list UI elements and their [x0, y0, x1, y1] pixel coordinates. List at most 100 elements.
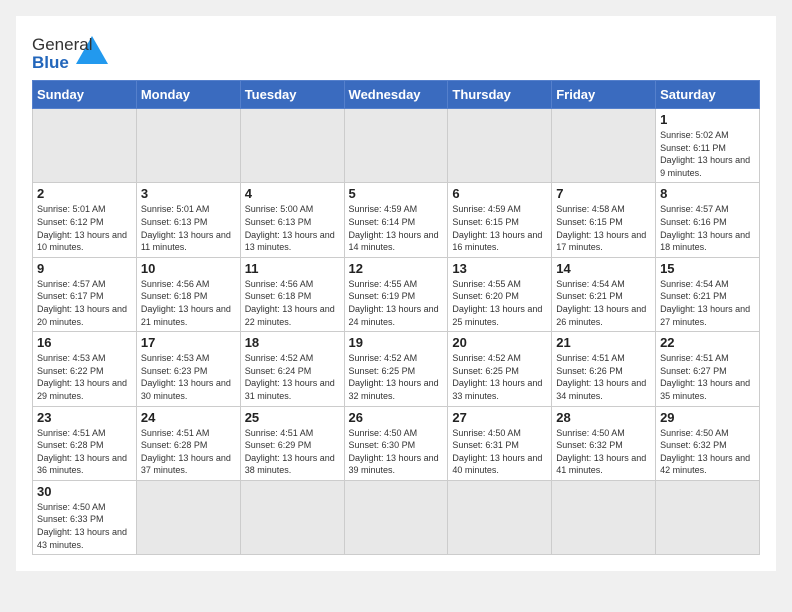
day-info: Sunrise: 4:50 AM Sunset: 6:32 PM Dayligh…: [556, 427, 651, 477]
day-cell: [33, 109, 137, 183]
day-number: 5: [349, 186, 444, 201]
day-cell: 5 Sunrise: 4:59 AM Sunset: 6:14 PM Daylig…: [344, 183, 448, 257]
day-info: Sunrise: 4:59 AM Sunset: 6:15 PM Dayligh…: [452, 203, 547, 253]
day-info: Sunrise: 5:01 AM Sunset: 6:12 PM Dayligh…: [37, 203, 132, 253]
day-info: Sunrise: 4:55 AM Sunset: 6:20 PM Dayligh…: [452, 278, 547, 328]
col-header-sunday: Sunday: [33, 81, 137, 109]
day-number: 6: [452, 186, 547, 201]
day-info: Sunrise: 4:53 AM Sunset: 6:23 PM Dayligh…: [141, 352, 236, 402]
day-cell: [344, 109, 448, 183]
day-number: 18: [245, 335, 340, 350]
day-number: 11: [245, 261, 340, 276]
day-info: Sunrise: 4:57 AM Sunset: 6:17 PM Dayligh…: [37, 278, 132, 328]
day-number: 19: [349, 335, 444, 350]
day-number: 13: [452, 261, 547, 276]
day-info: Sunrise: 4:54 AM Sunset: 6:21 PM Dayligh…: [660, 278, 755, 328]
day-cell: 15 Sunrise: 4:54 AM Sunset: 6:21 PM Dayli…: [656, 257, 760, 331]
header: GeneralBlue: [32, 32, 760, 76]
week-row-3: 16 Sunrise: 4:53 AM Sunset: 6:22 PM Dayli…: [33, 332, 760, 406]
day-cell: [136, 109, 240, 183]
day-info: Sunrise: 4:53 AM Sunset: 6:22 PM Dayligh…: [37, 352, 132, 402]
svg-text:General: General: [32, 35, 92, 54]
day-info: Sunrise: 4:58 AM Sunset: 6:15 PM Dayligh…: [556, 203, 651, 253]
calendar-table: SundayMondayTuesdayWednesdayThursdayFrid…: [32, 80, 760, 555]
day-number: 28: [556, 410, 651, 425]
day-info: Sunrise: 4:50 AM Sunset: 6:33 PM Dayligh…: [37, 501, 132, 551]
day-info: Sunrise: 4:51 AM Sunset: 6:28 PM Dayligh…: [37, 427, 132, 477]
header-row: SundayMondayTuesdayWednesdayThursdayFrid…: [33, 81, 760, 109]
day-info: Sunrise: 4:50 AM Sunset: 6:31 PM Dayligh…: [452, 427, 547, 477]
day-cell: [552, 109, 656, 183]
day-info: Sunrise: 4:59 AM Sunset: 6:14 PM Dayligh…: [349, 203, 444, 253]
day-cell: 25 Sunrise: 4:51 AM Sunset: 6:29 PM Dayli…: [240, 406, 344, 480]
day-number: 3: [141, 186, 236, 201]
day-number: 14: [556, 261, 651, 276]
day-info: Sunrise: 4:57 AM Sunset: 6:16 PM Dayligh…: [660, 203, 755, 253]
day-number: 7: [556, 186, 651, 201]
day-number: 17: [141, 335, 236, 350]
day-number: 8: [660, 186, 755, 201]
day-info: Sunrise: 4:51 AM Sunset: 6:27 PM Dayligh…: [660, 352, 755, 402]
day-number: 22: [660, 335, 755, 350]
svg-text:Blue: Blue: [32, 53, 69, 72]
week-row-2: 9 Sunrise: 4:57 AM Sunset: 6:17 PM Daylig…: [33, 257, 760, 331]
day-number: 4: [245, 186, 340, 201]
day-info: Sunrise: 4:50 AM Sunset: 6:30 PM Dayligh…: [349, 427, 444, 477]
col-header-wednesday: Wednesday: [344, 81, 448, 109]
day-cell: 16 Sunrise: 4:53 AM Sunset: 6:22 PM Dayli…: [33, 332, 137, 406]
day-cell: 7 Sunrise: 4:58 AM Sunset: 6:15 PM Daylig…: [552, 183, 656, 257]
day-number: 9: [37, 261, 132, 276]
day-cell: [240, 109, 344, 183]
col-header-monday: Monday: [136, 81, 240, 109]
day-number: 26: [349, 410, 444, 425]
day-cell: 1 Sunrise: 5:02 AM Sunset: 6:11 PM Daylig…: [656, 109, 760, 183]
day-cell: 24Sunrise: 4:51 AM Sunset: 6:28 PM Dayli…: [136, 406, 240, 480]
col-header-friday: Friday: [552, 81, 656, 109]
week-row-5: 30 Sunrise: 4:50 AM Sunset: 6:33 PM Dayli…: [33, 480, 760, 554]
day-cell: 22 Sunrise: 4:51 AM Sunset: 6:27 PM Dayli…: [656, 332, 760, 406]
day-cell: 17 Sunrise: 4:53 AM Sunset: 6:23 PM Dayli…: [136, 332, 240, 406]
day-cell: 2 Sunrise: 5:01 AM Sunset: 6:12 PM Daylig…: [33, 183, 137, 257]
day-cell: 29Sunrise: 4:50 AM Sunset: 6:32 PM Dayli…: [656, 406, 760, 480]
day-number: 16: [37, 335, 132, 350]
day-number: 2: [37, 186, 132, 201]
day-number: 27: [452, 410, 547, 425]
page: GeneralBlue SundayMondayTuesdayWednesday…: [16, 16, 776, 571]
day-cell: 10Sunrise: 4:56 AM Sunset: 6:18 PM Dayli…: [136, 257, 240, 331]
col-header-tuesday: Tuesday: [240, 81, 344, 109]
day-info: Sunrise: 4:56 AM Sunset: 6:18 PM Dayligh…: [245, 278, 340, 328]
day-number: 20: [452, 335, 547, 350]
day-cell: [344, 480, 448, 554]
col-header-thursday: Thursday: [448, 81, 552, 109]
day-number: 10: [141, 261, 236, 276]
day-cell: 8 Sunrise: 4:57 AM Sunset: 6:16 PM Daylig…: [656, 183, 760, 257]
day-cell: 27 Sunrise: 4:50 AM Sunset: 6:31 PM Dayli…: [448, 406, 552, 480]
day-cell: 4 Sunrise: 5:00 AM Sunset: 6:13 PM Daylig…: [240, 183, 344, 257]
day-cell: 30 Sunrise: 4:50 AM Sunset: 6:33 PM Dayli…: [33, 480, 137, 554]
day-cell: 13 Sunrise: 4:55 AM Sunset: 6:20 PM Dayli…: [448, 257, 552, 331]
day-cell: 12Sunrise: 4:55 AM Sunset: 6:19 PM Dayli…: [344, 257, 448, 331]
day-cell: 14Sunrise: 4:54 AM Sunset: 6:21 PM Dayli…: [552, 257, 656, 331]
day-info: Sunrise: 4:52 AM Sunset: 6:25 PM Dayligh…: [452, 352, 547, 402]
day-number: 21: [556, 335, 651, 350]
day-number: 15: [660, 261, 755, 276]
day-cell: [240, 480, 344, 554]
day-number: 30: [37, 484, 132, 499]
day-cell: [136, 480, 240, 554]
col-header-saturday: Saturday: [656, 81, 760, 109]
day-number: 25: [245, 410, 340, 425]
day-info: Sunrise: 5:02 AM Sunset: 6:11 PM Dayligh…: [660, 129, 755, 179]
day-cell: 28 Sunrise: 4:50 AM Sunset: 6:32 PM Dayli…: [552, 406, 656, 480]
day-info: Sunrise: 5:00 AM Sunset: 6:13 PM Dayligh…: [245, 203, 340, 253]
day-cell: 3Sunrise: 5:01 AM Sunset: 6:13 PM Daylig…: [136, 183, 240, 257]
day-info: Sunrise: 4:51 AM Sunset: 6:29 PM Dayligh…: [245, 427, 340, 477]
day-number: 12: [349, 261, 444, 276]
day-cell: 19 Sunrise: 4:52 AM Sunset: 6:25 PM Dayli…: [344, 332, 448, 406]
day-info: Sunrise: 4:52 AM Sunset: 6:25 PM Dayligh…: [349, 352, 444, 402]
day-number: 1: [660, 112, 755, 127]
day-cell: [448, 109, 552, 183]
day-cell: 11 Sunrise: 4:56 AM Sunset: 6:18 PM Dayli…: [240, 257, 344, 331]
day-cell: 23Sunrise: 4:51 AM Sunset: 6:28 PM Dayli…: [33, 406, 137, 480]
day-number: 24: [141, 410, 236, 425]
week-row-0: 1 Sunrise: 5:02 AM Sunset: 6:11 PM Daylig…: [33, 109, 760, 183]
